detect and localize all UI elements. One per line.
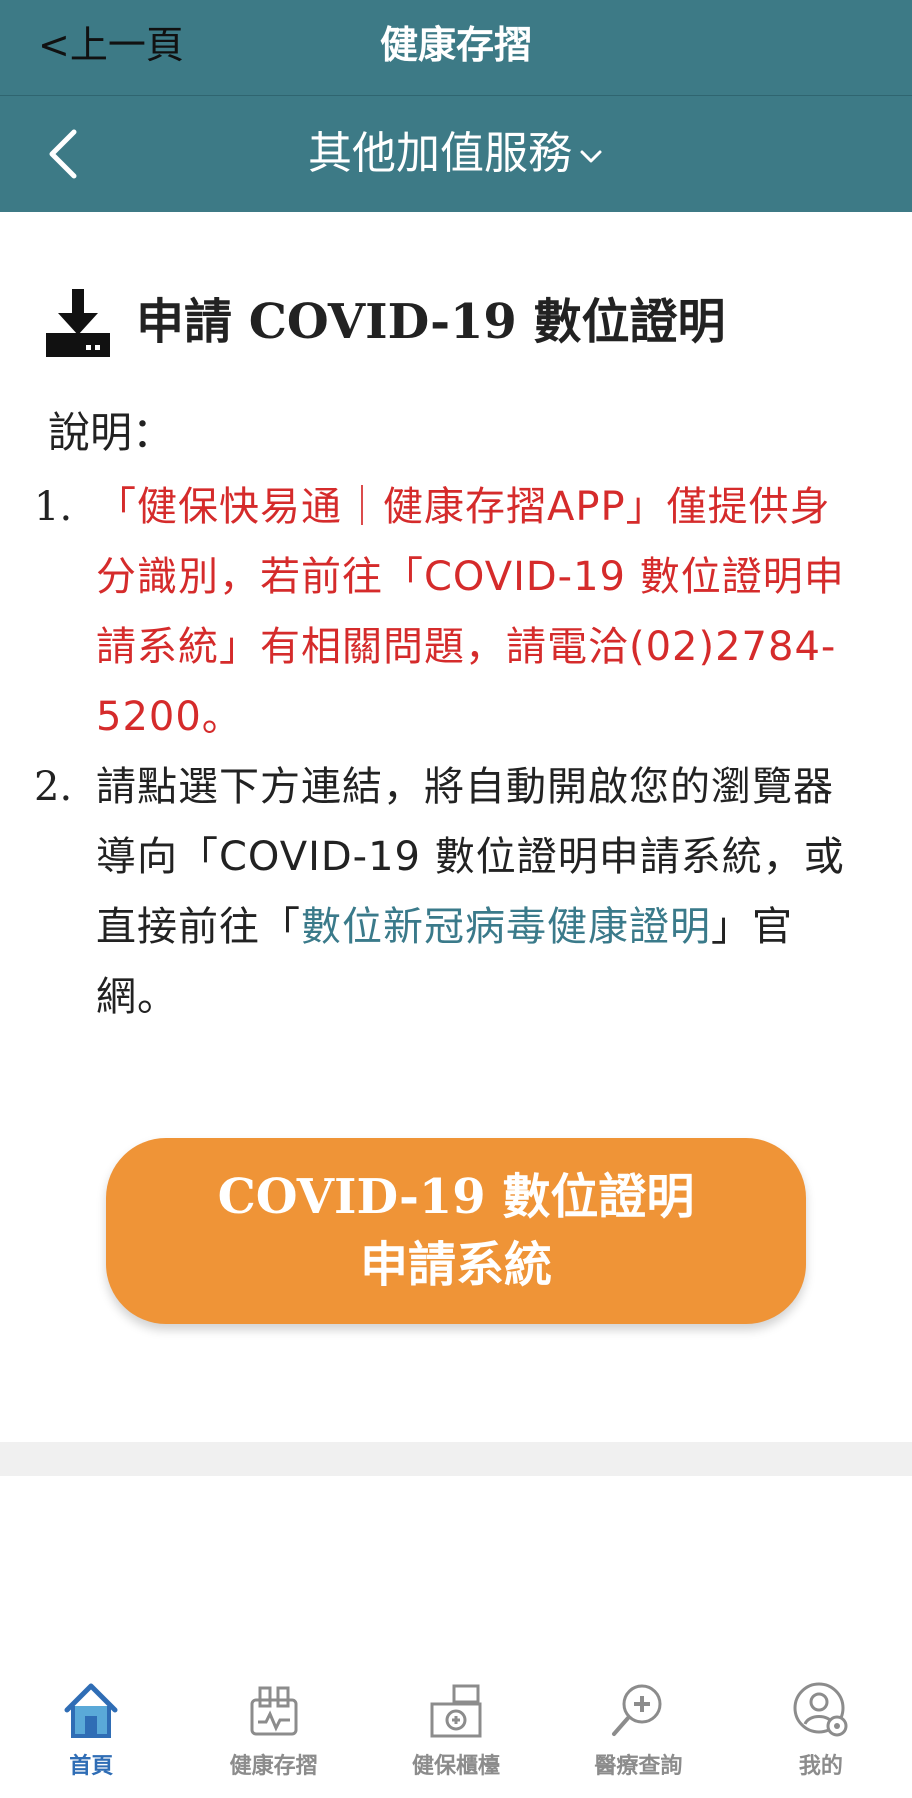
- tab-profile[interactable]: 我的: [730, 1640, 912, 1798]
- page-title: 申請 COVID-19 數位證明: [136, 294, 726, 350]
- official-site-link[interactable]: 數位新冠病毒健康證明: [301, 904, 711, 950]
- tab-counter[interactable]: 健保櫃檯: [365, 1640, 547, 1798]
- tab-label: 醫療查詢: [594, 1754, 683, 1779]
- top-bar: <上一頁 健康存摺: [0, 0, 912, 96]
- profile-settings-icon: [793, 1682, 848, 1737]
- tab-label: 首頁: [69, 1754, 114, 1779]
- page-heading: 申請 COVID-19 數位證明: [44, 282, 726, 362]
- counter-icon: [430, 1684, 482, 1738]
- medical-search-icon: [612, 1684, 662, 1736]
- notice-item-1: 1. 「健保快易通｜健康存摺APP」僅提供身分識別，若前往「COVID-19 數…: [34, 472, 854, 752]
- tab-medical-search[interactable]: 醫療查詢: [547, 1640, 729, 1798]
- item-number: 1.: [34, 484, 73, 530]
- health-passbook-icon: [250, 1686, 298, 1736]
- tab-label: 我的: [798, 1754, 843, 1779]
- home-icon: [64, 1683, 118, 1738]
- tab-label: 健康存摺: [229, 1754, 318, 1779]
- apply-button-line1: COVID-19 數位證明: [217, 1169, 695, 1225]
- tab-health-passbook[interactable]: 健康存摺: [182, 1640, 364, 1798]
- notice-text: 「健保快易通｜健康存摺APP」僅提供身分識別，若前往「COVID-19 數位證明…: [96, 484, 845, 740]
- apply-button-line2: 申請系統: [359, 1237, 552, 1293]
- download-icon: [46, 289, 110, 357]
- bottom-tab-bar: 首頁 健康存摺 健保櫃檯 醫療查詢 我的: [0, 1640, 912, 1798]
- tab-home[interactable]: 首頁: [0, 1640, 182, 1798]
- chevron-down-icon: [580, 150, 602, 163]
- notice-item-2: 2. 請點選下方連結，將自動開啟您的瀏覽器導向「COVID-19 數位證明申請系…: [34, 752, 854, 1032]
- notice-text: 請點選下方連結，將自動開啟您的瀏覽器導向「COVID-19 數位證明申請系統，或…: [96, 752, 854, 1032]
- app-title: 健康存摺: [379, 23, 532, 67]
- section-divider: [0, 1442, 912, 1476]
- section-dropdown-label: 其他加值服務: [308, 128, 572, 179]
- apply-system-button[interactable]: COVID-19 數位證明 申請系統: [106, 1138, 806, 1324]
- description-label: 說明：: [48, 408, 175, 457]
- item-number: 2.: [34, 764, 73, 810]
- section-bar: 其他加值服務: [0, 96, 912, 212]
- tab-label: 健保櫃檯: [412, 1754, 501, 1779]
- section-dropdown[interactable]: 其他加值服務: [0, 126, 912, 182]
